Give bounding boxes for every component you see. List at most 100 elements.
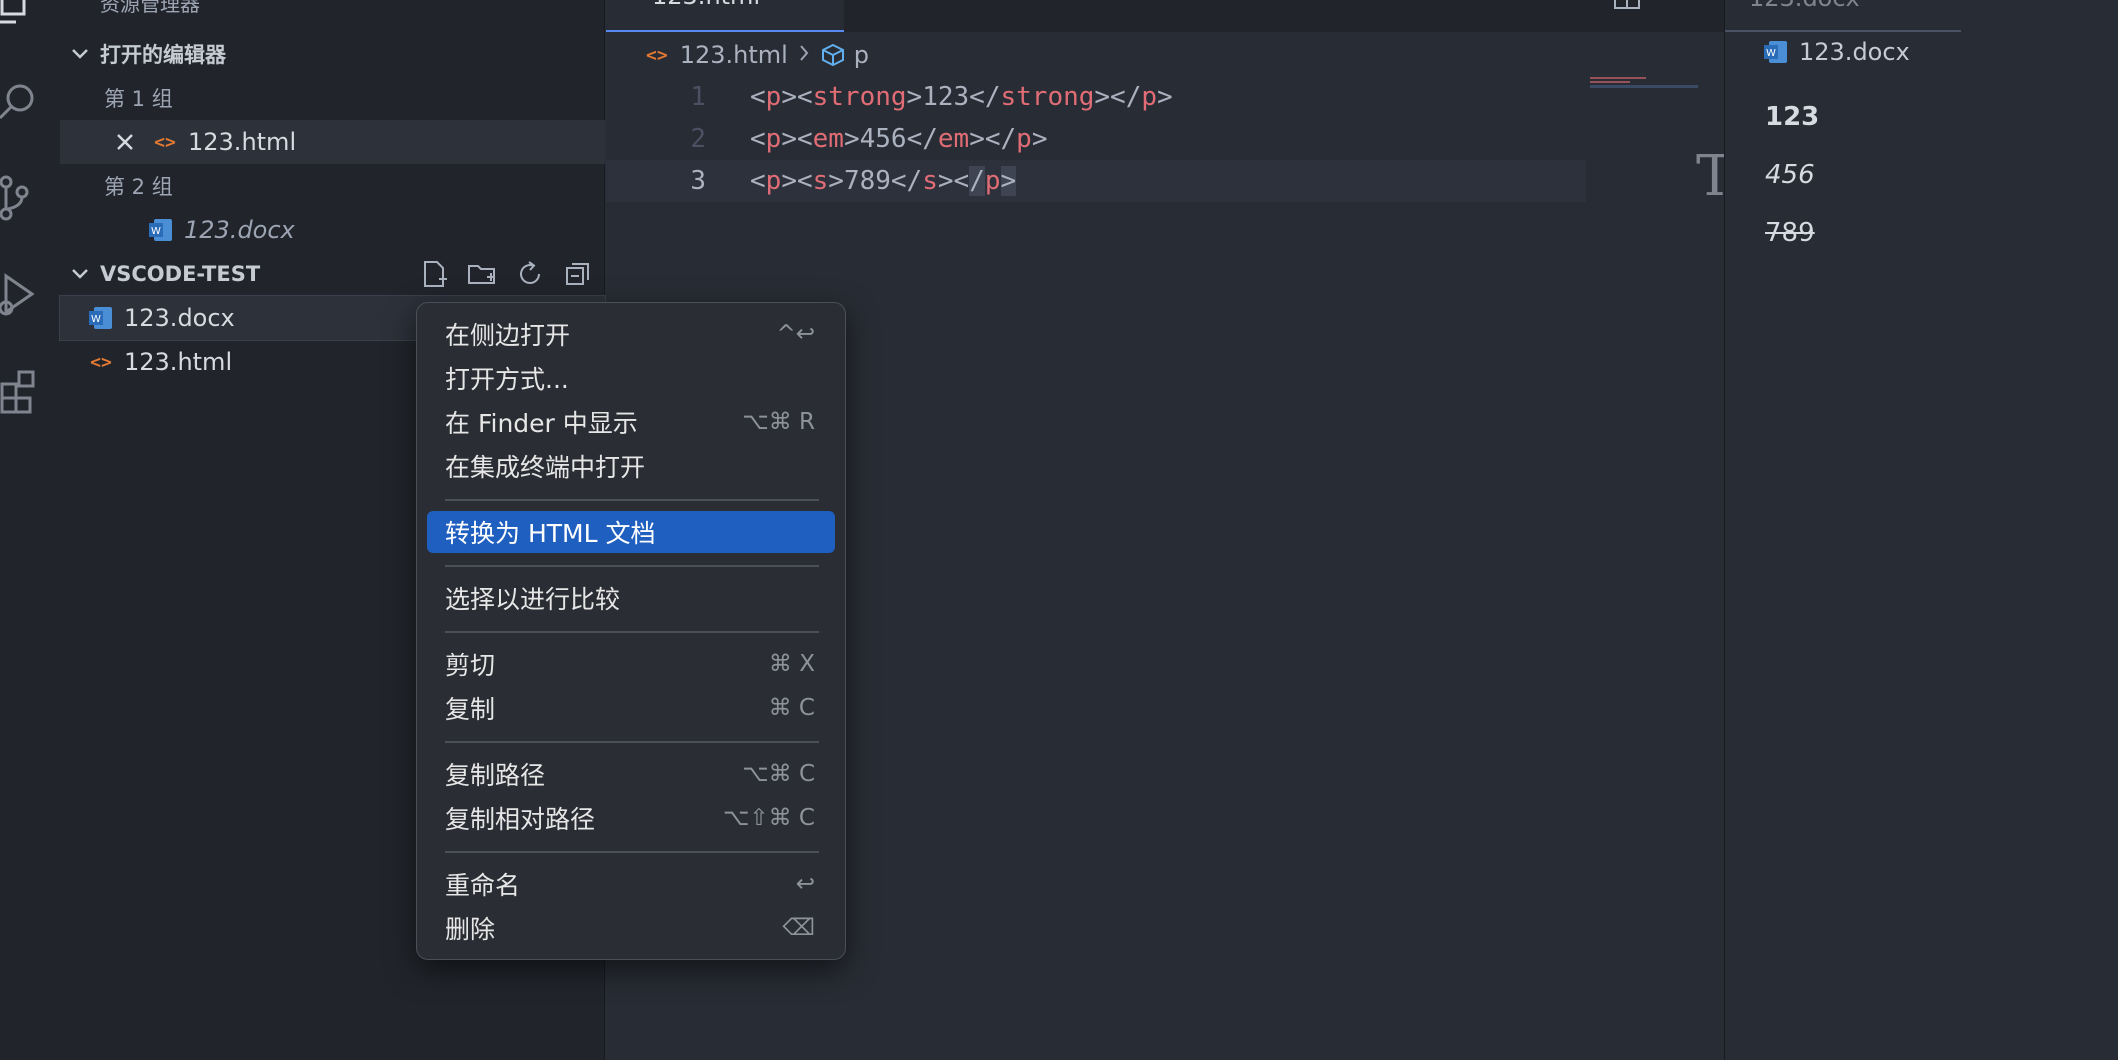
menu-item-delete[interactable]: 删除 ⌫: [427, 907, 835, 949]
chevron-right-icon: [798, 41, 810, 69]
close-icon[interactable]: [112, 129, 138, 155]
word-file-icon: W: [88, 305, 114, 331]
menu-label: 重命名: [445, 871, 521, 900]
new-file-icon[interactable]: [419, 259, 449, 289]
open-editors-header[interactable]: 打开的编辑器: [60, 32, 605, 76]
line-source: <p><em>456</em></p>: [750, 124, 1048, 154]
explorer-icon[interactable]: [0, 0, 40, 32]
line-number: 1: [690, 82, 706, 112]
menu-label: 在 Finder 中显示: [445, 409, 638, 438]
tab-123-docx[interactable]: 123.docx: [1725, 0, 1961, 32]
preview-file-name: 123.docx: [1799, 38, 1910, 66]
menu-label: 剪切: [445, 651, 496, 680]
menu-label: 打开方式...: [445, 365, 569, 394]
menu-item-reveal-in-finder[interactable]: 在 Finder 中显示 ⌥⌘ R: [427, 401, 835, 443]
menu-label: 在侧边打开: [445, 321, 571, 350]
menu-item-select-for-compare[interactable]: 选择以进行比较: [427, 577, 835, 619]
workspace-header[interactable]: VSCODE-TEST: [60, 252, 605, 296]
search-icon[interactable]: [0, 74, 40, 126]
svg-text:W: W: [91, 314, 101, 325]
file-name: 123.html: [124, 348, 233, 376]
open-editor-item-html[interactable]: <> 123.html: [60, 120, 605, 164]
breadcrumb-symbol[interactable]: p: [854, 41, 869, 69]
code-line[interactable]: 1 <p><strong>123</strong></p>: [606, 76, 1586, 118]
workspace-title: VSCODE-TEST: [100, 262, 261, 286]
menu-separator: [445, 851, 819, 853]
menu-item-rename[interactable]: 重命名 ↩: [427, 863, 835, 905]
svg-text:W: W: [1766, 48, 1776, 59]
tab-label: 123.docx: [1749, 0, 1860, 12]
menu-item-convert-to-html[interactable]: 转换为 HTML 文档: [427, 511, 835, 553]
menu-label: 复制: [445, 695, 496, 724]
symbol-cube-icon: [820, 42, 846, 68]
preview-strike-text: 789: [1765, 218, 1815, 248]
svg-text:W: W: [151, 226, 161, 237]
line-number: 3: [690, 166, 706, 196]
menu-label: 复制相对路径: [445, 805, 596, 834]
word-file-icon: W: [1763, 39, 1789, 65]
preview-italic-text: 456: [1765, 160, 1815, 190]
tab-123-html[interactable]: 123.html: [606, 0, 844, 32]
menu-label: 删除: [445, 915, 496, 944]
preview-bold-text: 123: [1765, 102, 1820, 132]
editor-group-1: 第 1 组: [60, 76, 605, 120]
menu-item-copy-path[interactable]: 复制路径 ⌥⌘ C: [427, 753, 835, 795]
menu-shortcut: ⌘ C: [768, 695, 815, 721]
html-file-icon: <>: [90, 351, 112, 373]
menu-label: 在集成终端中打开: [445, 453, 646, 482]
line-source: <p><strong>123</strong></p>: [750, 82, 1173, 112]
code-line[interactable]: 2 <p><em>456</em></p>: [606, 118, 1586, 160]
menu-separator: [445, 741, 819, 743]
menu-shortcut: ⌥⌘ C: [742, 761, 815, 787]
line-source: <p><s>789</s></p>: [750, 166, 1017, 196]
open-editor-item-docx[interactable]: W 123.docx: [60, 208, 605, 252]
menu-item-copy-relative-path[interactable]: 复制相对路径 ⌥⇧⌘ C: [427, 797, 835, 839]
preview-title: W 123.docx: [1763, 38, 1910, 66]
menu-shortcut: ↩: [795, 871, 815, 897]
menu-item-cut[interactable]: 剪切 ⌘ X: [427, 643, 835, 685]
collapse-all-icon[interactable]: [563, 259, 593, 289]
editor-tab-bar: 123.html: [606, 0, 1724, 32]
chevron-down-icon: [60, 47, 100, 61]
menu-label: 复制路径: [445, 761, 546, 790]
tab-label: 123.html: [652, 0, 760, 10]
sidebar-title: 资源管理器: [100, 0, 200, 16]
group-label: 第 1 组: [104, 87, 173, 111]
split-editor-icon[interactable]: [1612, 0, 1642, 16]
menu-shortcut: ⌥⌘ R: [742, 409, 815, 435]
word-file-icon: W: [148, 217, 174, 243]
context-menu: 在侧边打开 ^↩ 打开方式... 在 Finder 中显示 ⌥⌘ R 在集成终端…: [416, 302, 846, 960]
editor-group-2: 第 2 组: [60, 164, 605, 208]
workspace-actions: [419, 252, 593, 296]
docx-preview-panel: 123.docx W 123.docx 123 456 789: [1724, 0, 2118, 1060]
refresh-icon[interactable]: [515, 259, 545, 289]
menu-item-open-with[interactable]: 打开方式...: [427, 357, 835, 399]
menu-shortcut: ⌘ X: [768, 651, 815, 677]
menu-item-open-to-side[interactable]: 在侧边打开 ^↩: [427, 313, 835, 355]
run-debug-icon[interactable]: [0, 268, 40, 320]
menu-label: 转换为 HTML 文档: [445, 519, 656, 548]
menu-shortcut: ^↩: [776, 321, 815, 347]
breadcrumb: <> 123.html p: [646, 38, 869, 72]
menu-shortcut: ⌫: [782, 915, 815, 941]
file-name: 123.html: [188, 128, 297, 156]
html-file-icon: <>: [646, 44, 668, 66]
source-control-icon[interactable]: [0, 172, 40, 224]
activity-bar: [0, 0, 60, 1060]
menu-shortcut: ⌥⇧⌘ C: [722, 805, 815, 831]
breadcrumb-file[interactable]: 123.html: [680, 41, 788, 69]
menu-label: 选择以进行比较: [445, 585, 621, 614]
menu-separator: [445, 631, 819, 633]
minimap[interactable]: [1590, 76, 1698, 90]
chevron-down-icon: [60, 267, 100, 281]
new-folder-icon[interactable]: [467, 259, 497, 289]
file-name: 123.docx: [124, 304, 235, 332]
file-name: 123.docx: [184, 216, 295, 244]
code-line-current[interactable]: 3 <p><s>789</s></p>: [606, 160, 1586, 202]
menu-item-copy[interactable]: 复制 ⌘ C: [427, 687, 835, 729]
menu-item-open-in-terminal[interactable]: 在集成终端中打开: [427, 445, 835, 487]
group-label: 第 2 组: [104, 175, 173, 199]
line-number: 2: [690, 124, 706, 154]
extensions-icon[interactable]: [0, 364, 40, 416]
html-file-icon: <>: [154, 131, 176, 153]
